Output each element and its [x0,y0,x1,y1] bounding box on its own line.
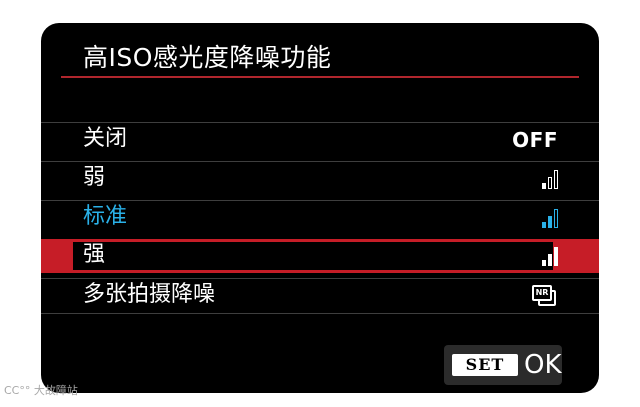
set-ok-button[interactable]: SET OK [444,345,562,385]
signal-bar [554,170,558,189]
signal-bar [548,254,552,266]
option-standard[interactable]: 标准 [41,200,599,234]
selection-highlight [73,242,553,270]
option-low-label: 弱 [83,165,106,190]
signal-bar [554,247,558,266]
signal-bars-1-icon [542,169,558,189]
signal-bar [542,222,546,228]
signal-bars-3-icon [542,246,558,266]
off-text: OFF [512,128,558,152]
option-low[interactable]: 弱 [41,161,599,195]
title-divider [61,76,579,78]
signal-bar [542,183,546,189]
off-value: OFF [512,125,558,155]
camera-menu-screen: 高ISO感光度降噪功能 关闭 OFF 弱 标准 强 多张拍摄降噪 NR SET … [41,23,599,393]
watermark: CC°° 大故障站 [4,384,78,397]
ok-label: OK [524,350,562,380]
option-high-label: 强 [83,242,106,267]
signal-bars-2-icon [542,208,558,228]
signal-bar [554,209,558,228]
option-off-label: 关闭 [83,126,128,151]
option-high[interactable]: 强 [41,239,599,273]
signal-bar [542,260,546,266]
option-off[interactable]: 关闭 OFF [41,122,599,156]
option-multi-shot-nr[interactable]: 多张拍摄降噪 NR [41,278,599,314]
nr-icon-front-frame: NR [532,285,552,301]
option-multi-shot-nr-label: 多张拍摄降噪 [83,282,216,307]
option-standard-label: 标准 [83,204,128,229]
signal-bar [548,177,552,189]
menu-title: 高ISO感光度降噪功能 [83,43,332,72]
signal-bar [548,216,552,228]
set-label: SET [452,354,518,376]
multi-shot-nr-icon: NR [532,285,558,307]
